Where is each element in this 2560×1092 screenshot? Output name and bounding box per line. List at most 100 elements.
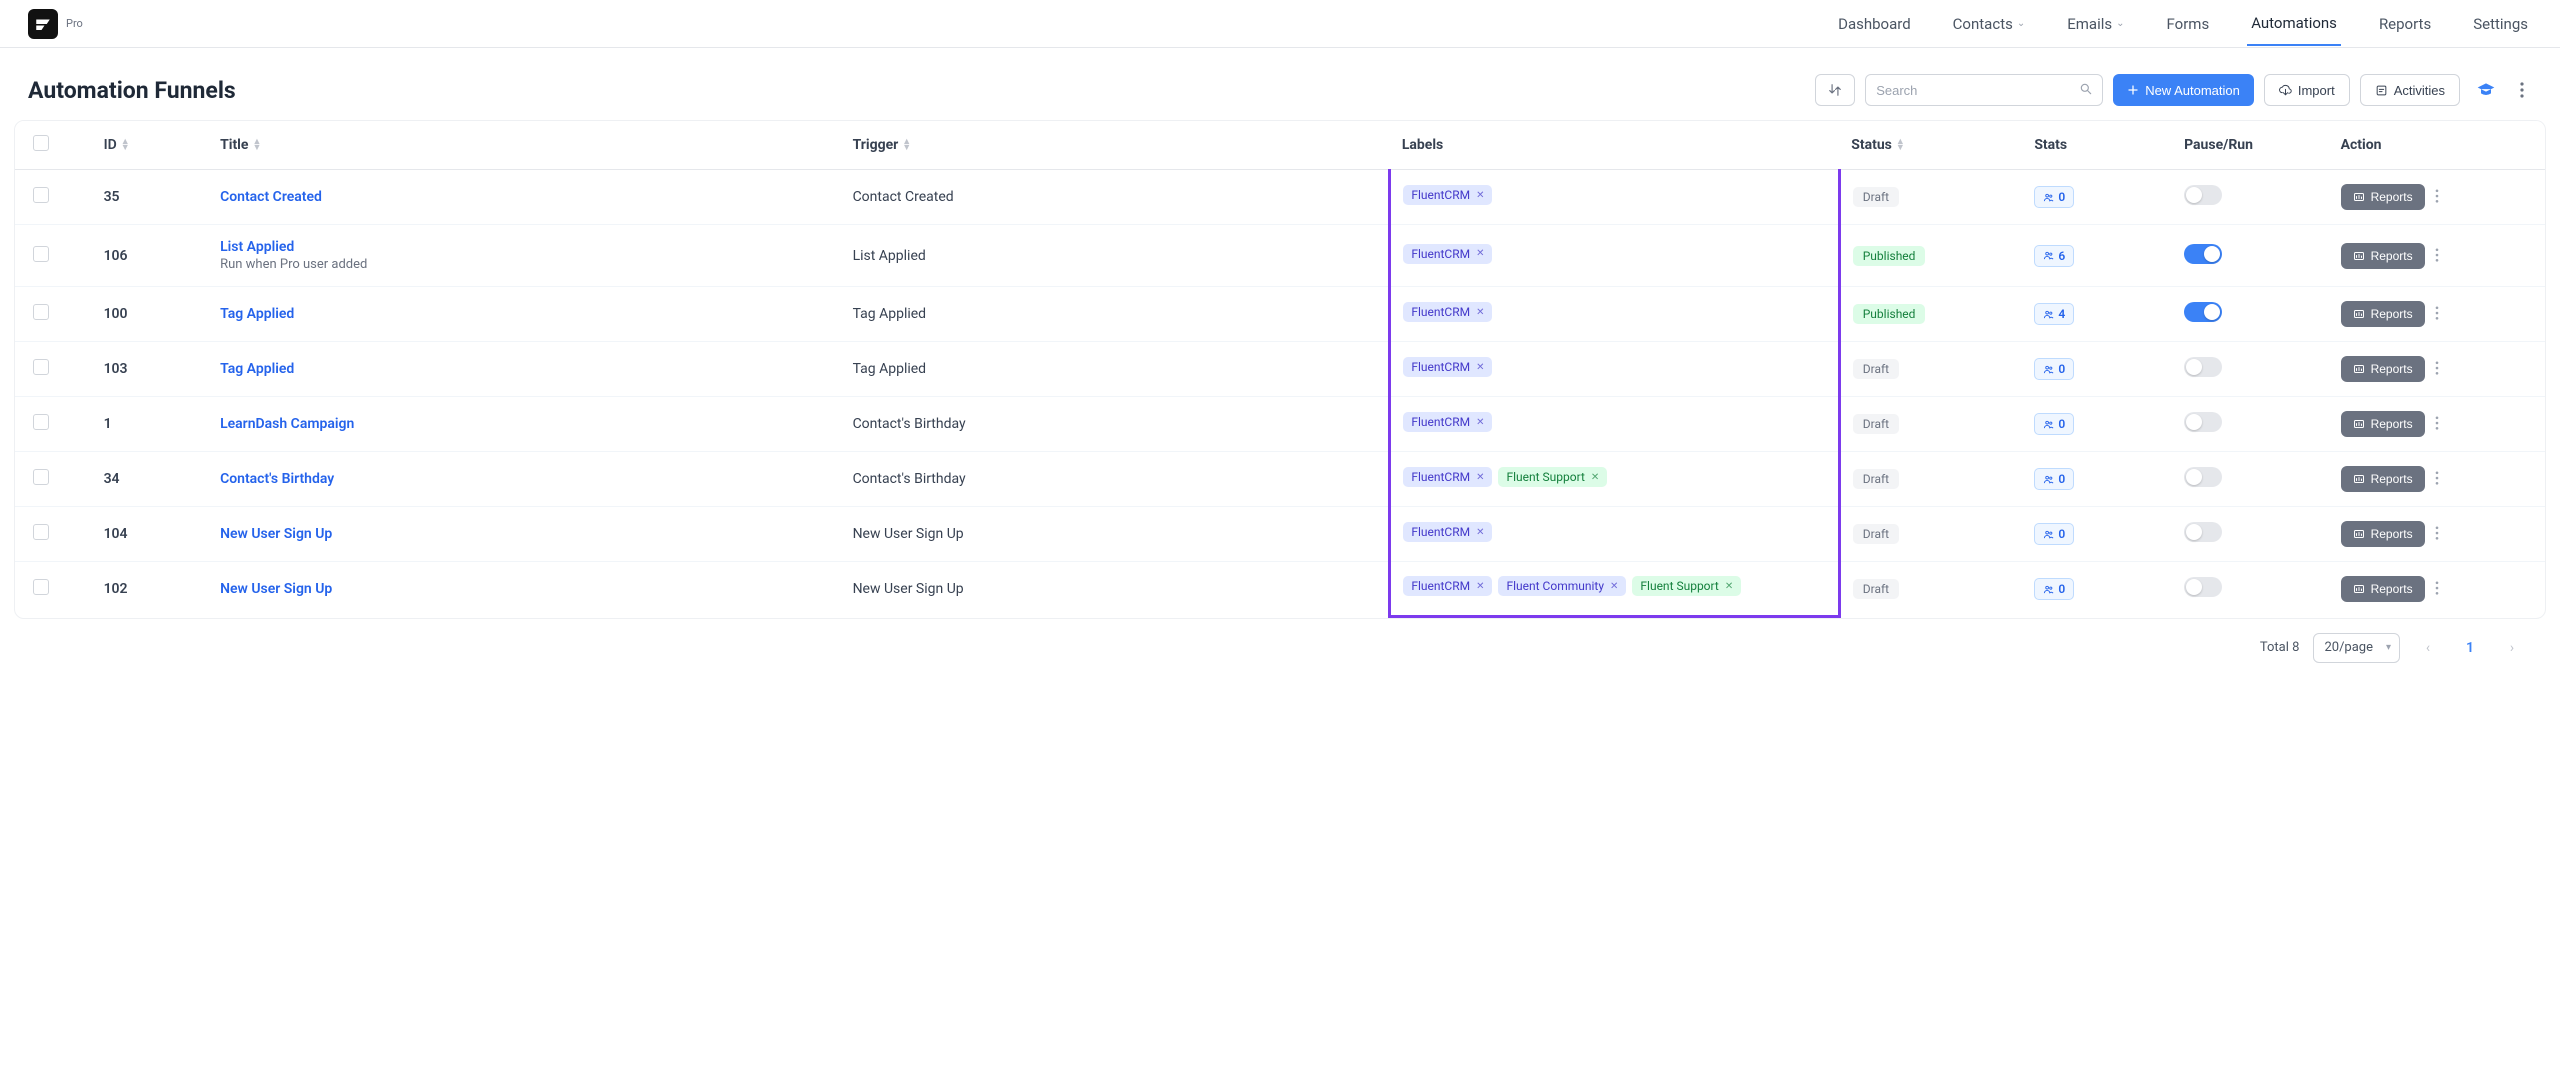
label-chip-fluentcommunity[interactable]: Fluent Community✕	[1498, 576, 1626, 596]
row-toggle[interactable]	[2184, 244, 2222, 264]
row-reports-button[interactable]: Reports	[2341, 521, 2425, 547]
activities-button[interactable]: Activities	[2360, 74, 2460, 106]
sort-title[interactable]: ▲▼	[252, 139, 261, 151]
label-remove-icon[interactable]: ✕	[1591, 472, 1599, 483]
label-chip-fluentsupport[interactable]: Fluent Support✕	[1632, 576, 1741, 596]
sort-id[interactable]: ▲▼	[121, 139, 130, 151]
sort-button[interactable]	[1815, 74, 1855, 106]
row-reports-button[interactable]: Reports	[2341, 184, 2425, 210]
label-chip-fluentcrm[interactable]: FluentCRM ✕	[1403, 467, 1492, 487]
page-prev-button[interactable]: ‹	[2414, 633, 2442, 663]
row-title-link[interactable]: Tag Applied	[220, 361, 829, 377]
row-title-link[interactable]: Contact Created	[220, 189, 829, 205]
label-chip-text: FluentCRM	[1411, 470, 1470, 484]
row-more-button[interactable]	[2431, 471, 2443, 485]
row-more-button[interactable]	[2431, 189, 2443, 203]
row-more-button[interactable]	[2431, 581, 2443, 595]
label-remove-icon[interactable]: ✕	[1476, 417, 1484, 428]
label-chip-fluentcrm[interactable]: FluentCRM✕	[1403, 302, 1492, 322]
row-toggle[interactable]	[2184, 412, 2222, 432]
label-chip-fluentcrm[interactable]: FluentCRM✕	[1403, 185, 1492, 205]
row-checkbox[interactable]	[33, 304, 49, 320]
row-toggle[interactable]	[2184, 467, 2222, 487]
row-title-link[interactable]: New User Sign Up	[220, 581, 829, 597]
label-remove-icon[interactable]: ✕	[1476, 362, 1484, 373]
users-icon	[2043, 529, 2054, 540]
flag-button[interactable]	[2470, 74, 2502, 106]
row-checkbox[interactable]	[33, 246, 49, 262]
label-remove-icon[interactable]: ✕	[1476, 527, 1484, 538]
row-checkbox[interactable]	[33, 187, 49, 203]
row-title-link[interactable]: LearnDash Campaign	[220, 416, 829, 432]
table-row: 34Contact's BirthdayContact's BirthdayFl…	[15, 452, 2545, 507]
nav-item-contacts[interactable]: Contacts⌄	[1949, 3, 2030, 45]
label-remove-icon[interactable]: ✕	[1476, 190, 1484, 201]
sort-trigger[interactable]: ▲▼	[902, 139, 911, 151]
row-more-button[interactable]	[2431, 526, 2443, 540]
nav-item-dashboard[interactable]: Dashboard	[1834, 3, 1915, 45]
page-current[interactable]: 1	[2456, 633, 2484, 663]
toolbar-more-button[interactable]	[2512, 74, 2532, 106]
nav-item-automations[interactable]: Automations	[2247, 2, 2341, 46]
row-checkbox[interactable]	[33, 469, 49, 485]
row-reports-button[interactable]: Reports	[2341, 301, 2425, 327]
row-stats-count: 0	[2058, 362, 2065, 376]
select-all-checkbox[interactable]	[33, 135, 49, 151]
col-stats-label: Stats	[2034, 137, 2067, 153]
label-remove-icon[interactable]: ✕	[1725, 581, 1733, 592]
dots-vertical-icon	[2435, 306, 2439, 320]
nav-item-reports[interactable]: Reports	[2375, 3, 2435, 45]
row-toggle[interactable]	[2184, 185, 2222, 205]
new-automation-button[interactable]: New Automation	[2113, 74, 2254, 106]
sort-status[interactable]: ▲▼	[1896, 139, 1905, 151]
row-stats-badge[interactable]: 0	[2034, 523, 2074, 545]
row-title-link[interactable]: Tag Applied	[220, 306, 829, 322]
row-reports-button[interactable]: Reports	[2341, 356, 2425, 382]
row-checkbox[interactable]	[33, 524, 49, 540]
label-chip-fluentcrm[interactable]: FluentCRM✕	[1403, 244, 1492, 264]
nav-item-forms[interactable]: Forms	[2163, 3, 2214, 45]
row-toggle[interactable]	[2184, 577, 2222, 597]
row-toggle[interactable]	[2184, 522, 2222, 542]
row-checkbox[interactable]	[33, 414, 49, 430]
page-next-button[interactable]: ›	[2498, 633, 2526, 663]
row-reports-button[interactable]: Reports	[2341, 576, 2425, 602]
nav-item-emails[interactable]: Emails⌄	[2063, 3, 2128, 45]
row-more-button[interactable]	[2431, 248, 2443, 262]
label-remove-icon[interactable]: ✕	[1476, 248, 1484, 259]
row-title-link[interactable]: New User Sign Up	[220, 526, 829, 542]
row-toggle[interactable]	[2184, 357, 2222, 377]
import-button[interactable]: Import	[2264, 74, 2350, 106]
label-remove-icon[interactable]: ✕	[1610, 581, 1618, 592]
page-size-select[interactable]: 20/page ▾	[2313, 633, 2400, 663]
label-remove-icon[interactable]: ✕	[1476, 472, 1484, 483]
row-stats-badge[interactable]: 0	[2034, 413, 2074, 435]
label-chip-fluentsupport[interactable]: Fluent Support✕	[1498, 467, 1607, 487]
row-reports-button[interactable]: Reports	[2341, 411, 2425, 437]
label-chip-fluentcrm[interactable]: FluentCRM✕	[1403, 576, 1492, 596]
nav-item-settings[interactable]: Settings	[2469, 3, 2532, 45]
search-input[interactable]	[1865, 74, 2103, 106]
row-checkbox[interactable]	[33, 359, 49, 375]
row-stats-badge[interactable]: 0	[2034, 186, 2074, 208]
row-more-button[interactable]	[2431, 416, 2443, 430]
row-more-button[interactable]	[2431, 306, 2443, 320]
row-stats-badge[interactable]: 4	[2034, 303, 2074, 325]
row-checkbox[interactable]	[33, 579, 49, 595]
row-more-button[interactable]	[2431, 361, 2443, 375]
row-title-link[interactable]: Contact's Birthday	[220, 471, 829, 487]
label-chip-fluentcrm[interactable]: FluentCRM✕	[1403, 357, 1492, 377]
row-stats-badge[interactable]: 0	[2034, 578, 2074, 600]
row-title-link[interactable]: List Applied	[220, 239, 829, 255]
row-reports-button[interactable]: Reports	[2341, 243, 2425, 269]
label-chip-fluentcrm[interactable]: FluentCRM✕	[1403, 522, 1492, 542]
row-stats-badge[interactable]: 6	[2034, 245, 2074, 267]
row-toggle[interactable]	[2184, 302, 2222, 322]
label-chip-fluentcrm[interactable]: FluentCRM✕	[1403, 412, 1492, 432]
row-stats-badge[interactable]: 0	[2034, 358, 2074, 380]
label-remove-icon[interactable]: ✕	[1476, 307, 1484, 318]
brand-logo[interactable]	[28, 9, 58, 39]
row-stats-badge[interactable]: 0	[2034, 468, 2074, 490]
row-reports-button[interactable]: Reports	[2341, 466, 2425, 492]
label-remove-icon[interactable]: ✕	[1476, 581, 1484, 592]
